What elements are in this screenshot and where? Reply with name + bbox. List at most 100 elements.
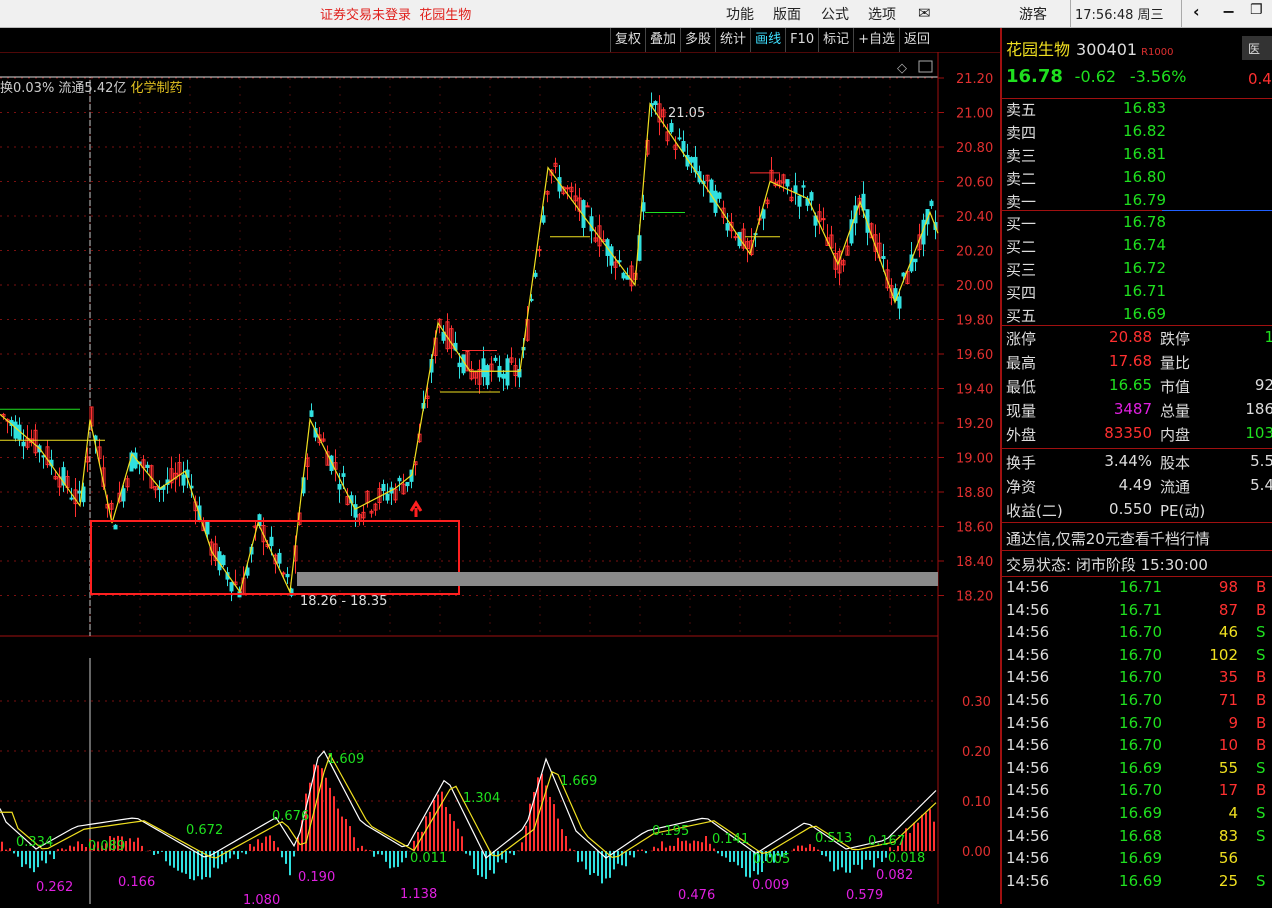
tick-side: S bbox=[1256, 623, 1266, 642]
toolbar-draw[interactable]: 画线 bbox=[750, 28, 785, 52]
promo-text[interactable]: 通达信,仅需20元查看千档行情 bbox=[1006, 528, 1210, 549]
candle bbox=[397, 477, 402, 482]
minimize-icon[interactable]: − bbox=[1222, 2, 1235, 21]
stat-label: 涨停 bbox=[1006, 330, 1037, 348]
toolbar-f10[interactable]: F10 bbox=[785, 28, 818, 52]
candle bbox=[537, 249, 542, 252]
tick-volume: 10 bbox=[1218, 736, 1238, 755]
candle bbox=[653, 101, 658, 105]
bid-label: 买一 bbox=[1006, 215, 1037, 233]
stat-label: 流通 bbox=[1160, 478, 1191, 496]
toolbar-multi[interactable]: 多股 bbox=[680, 28, 715, 52]
price-tick-label: 20.60 bbox=[956, 176, 993, 191]
tick-side: B bbox=[1256, 691, 1267, 709]
tick-side: B bbox=[1256, 600, 1267, 619]
tick-row[interactable]: 14:56 16.69 25 S bbox=[1002, 872, 1272, 894]
menu-function[interactable]: 功能 bbox=[726, 4, 754, 24]
tick-volume: 87 bbox=[1218, 600, 1238, 619]
stat-label: 最低 bbox=[1006, 378, 1037, 396]
back-icon[interactable]: ‹ bbox=[1193, 2, 1200, 21]
price-row: 16.78 -0.62 -3.56% bbox=[1006, 66, 1186, 87]
stat-value: 92 bbox=[1254, 376, 1272, 394]
tick-side: B bbox=[1256, 668, 1267, 687]
chart-info-line: 换0.03% 流通5.42亿 化学制药 bbox=[0, 81, 183, 96]
user-label[interactable]: 游客 bbox=[1019, 4, 1047, 24]
macd-label: 1.138 bbox=[400, 887, 437, 902]
restore-icon[interactable]: ❐ bbox=[1250, 2, 1263, 18]
toolbar-stats[interactable]: 统计 bbox=[715, 28, 750, 52]
stock-header: 花园生物 300401 R1000 bbox=[1006, 36, 1174, 60]
bid-label: 买四 bbox=[1006, 284, 1037, 302]
tick-row[interactable]: 14:56 16.70 46 S bbox=[1002, 623, 1272, 645]
tick-row[interactable]: 14:56 16.69 55 S bbox=[1002, 759, 1272, 781]
candle bbox=[493, 357, 498, 361]
tick-row[interactable]: 14:56 16.69 4 S bbox=[1002, 804, 1272, 826]
stat-value: 3487 bbox=[1113, 400, 1152, 418]
tick-row[interactable]: 14:56 16.71 98 B bbox=[1002, 578, 1272, 600]
stat-label: 最高 bbox=[1006, 354, 1037, 372]
price-tick-label: 20.80 bbox=[956, 141, 993, 156]
tick-side: B bbox=[1256, 578, 1267, 596]
menu-layout[interactable]: 版面 bbox=[773, 4, 801, 24]
ask-price: 16.81 bbox=[1123, 145, 1166, 163]
macd-label: 1.609 bbox=[327, 752, 364, 767]
price-tick-label: 19.00 bbox=[956, 452, 993, 467]
tick-row[interactable]: 14:56 16.70 17 B bbox=[1002, 781, 1272, 803]
tick-price: 16.70 bbox=[1119, 668, 1162, 687]
stat-value: 20.88 bbox=[1109, 328, 1152, 346]
candle bbox=[277, 552, 282, 564]
toolbar-mark[interactable]: 标记 bbox=[818, 28, 853, 52]
tick-row[interactable]: 14:56 16.71 87 B bbox=[1002, 601, 1272, 623]
tick-time: 14:56 bbox=[1006, 736, 1050, 755]
tick-side: B bbox=[1256, 713, 1267, 732]
candle bbox=[285, 573, 290, 578]
stat-value: 16.65 bbox=[1109, 376, 1152, 394]
chart-canvas[interactable]: ◇ 21.20 21.00 20.80 20.60 20.40 20.20 20.00 19.8… bbox=[0, 51, 1000, 908]
side-value: 0.40 bbox=[1248, 70, 1272, 88]
macd-label: 0.009 bbox=[752, 878, 789, 893]
low-label: 18.26 - 18.35 bbox=[300, 594, 387, 609]
side-button[interactable]: 医 bbox=[1242, 36, 1272, 60]
tick-side: S bbox=[1256, 804, 1266, 822]
kline-chart[interactable]: ◇ 21.20 21.00 20.80 20.60 20.40 20.20 20.00 19.8… bbox=[0, 51, 1000, 908]
candle bbox=[341, 473, 346, 477]
candle bbox=[669, 123, 674, 133]
price-tick-label: 19.60 bbox=[956, 348, 993, 363]
macd-label: 0.011 bbox=[410, 851, 447, 866]
macd-label: 0.334 bbox=[16, 835, 53, 850]
candle bbox=[609, 246, 614, 266]
macd-label: 0.018 bbox=[888, 851, 925, 866]
toolbar-add-watch[interactable]: +自选 bbox=[853, 28, 899, 52]
tick-time: 14:56 bbox=[1006, 849, 1050, 868]
toolbar-fuquan[interactable]: 复权 bbox=[610, 28, 645, 52]
candle bbox=[481, 358, 486, 378]
ask-price: 16.82 bbox=[1123, 122, 1166, 140]
tick-volume: 71 bbox=[1218, 691, 1238, 709]
tick-time: 14:56 bbox=[1006, 691, 1050, 709]
tick-price: 16.70 bbox=[1119, 781, 1162, 800]
tick-row[interactable]: 14:56 16.70 35 B bbox=[1002, 668, 1272, 690]
tick-row[interactable]: 14:56 16.70 102 S bbox=[1002, 646, 1272, 668]
candle bbox=[617, 260, 622, 263]
bid-price: 16.74 bbox=[1123, 236, 1166, 254]
toolbar-overlay[interactable]: 叠加 bbox=[645, 28, 680, 52]
mail-icon[interactable]: ✉ bbox=[918, 4, 931, 22]
macd-label: 0.141 bbox=[712, 832, 749, 847]
tick-row[interactable]: 14:56 16.70 10 B bbox=[1002, 736, 1272, 758]
tick-volume: 56 bbox=[1218, 849, 1238, 868]
stat-label: PE(动) bbox=[1160, 502, 1206, 520]
tick-price: 16.69 bbox=[1119, 758, 1162, 777]
tick-row[interactable]: 14:56 16.69 56 bbox=[1002, 849, 1272, 871]
candle bbox=[681, 141, 686, 152]
menu-options[interactable]: 选项 bbox=[868, 4, 896, 24]
tick-row[interactable]: 14:56 16.70 71 B bbox=[1002, 691, 1272, 713]
toolbar-back[interactable]: 返回 bbox=[899, 28, 934, 52]
tick-time: 14:56 bbox=[1006, 668, 1050, 687]
tick-row[interactable]: 14:56 16.70 9 B bbox=[1002, 714, 1272, 736]
tick-row[interactable]: 14:56 16.68 83 S bbox=[1002, 827, 1272, 849]
macd-label: 0.190 bbox=[298, 870, 335, 885]
tick-time: 14:56 bbox=[1006, 871, 1050, 890]
menu-formula[interactable]: 公式 bbox=[821, 4, 849, 24]
ask-label: 卖二 bbox=[1006, 170, 1037, 188]
tick-volume: 17 bbox=[1218, 781, 1238, 800]
